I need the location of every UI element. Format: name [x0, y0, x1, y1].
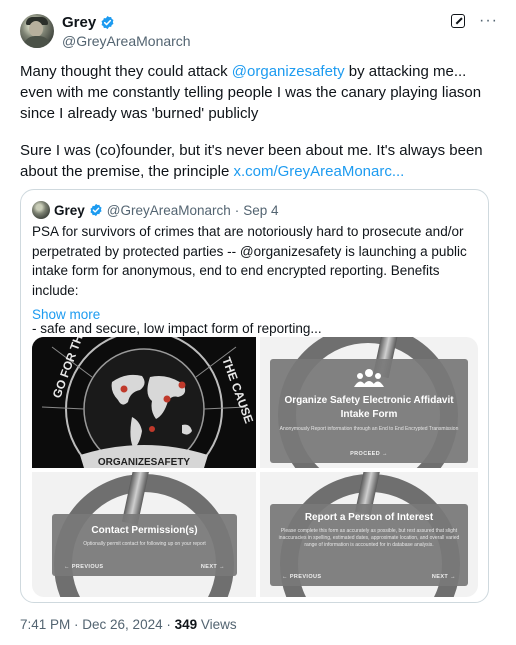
intake-form-title: Organize Safety Electronic Affidavit Int…: [284, 395, 454, 420]
author-name-row: Grey: [62, 14, 115, 31]
author-handle[interactable]: @GreyAreaMonarch: [62, 33, 191, 49]
svg-text:ORGANIZESAFETY: ORGANIZESAFETY: [98, 457, 191, 468]
report-person-panel: Report a Person of Interest Please compl…: [270, 504, 468, 586]
external-link[interactable]: x.com/GreyAreaMonarc...: [233, 163, 404, 180]
contact-permissions-panel: Contact Permission(s) Optionally permit …: [52, 514, 237, 576]
media-image-contact-permissions[interactable]: Contact Permission(s) Optionally permit …: [32, 472, 256, 597]
media-image-report-person[interactable]: Report a Person of Interest Please compl…: [260, 472, 478, 597]
quoted-author-name: Grey: [54, 202, 85, 218]
author-name[interactable]: Grey: [62, 14, 96, 31]
proceed-button[interactable]: PROCEED →: [350, 451, 388, 457]
next-button[interactable]: NEXT →: [432, 574, 456, 580]
media-image-logo[interactable]: GO FOR THE THE CAUSE ORGANIZESAFETY: [32, 337, 256, 468]
tweet-time[interactable]: 7:41 PM: [20, 617, 70, 632]
report-person-subtitle: Please complete this form as accurately …: [278, 528, 460, 548]
tweet: Grey @GreyAreaMonarch ··· Many thought t…: [0, 0, 516, 645]
organize-safety-logo: GO FOR THE THE CAUSE ORGANIZESAFETY: [32, 337, 256, 468]
grok-icon[interactable]: [451, 14, 466, 28]
intake-form-subtitle: Anonymously Report information through a…: [279, 426, 459, 432]
show-more-link[interactable]: Show more: [32, 307, 100, 322]
tweet-actions: ···: [451, 13, 498, 29]
views-label: Views: [197, 617, 237, 632]
users-icon: [354, 369, 384, 387]
previous-button[interactable]: ← PREVIOUS: [282, 574, 321, 580]
next-button[interactable]: NEXT →: [201, 564, 225, 570]
panel-nav: ← PREVIOUS NEXT →: [64, 564, 225, 570]
media-image-intake-form[interactable]: Organize Safety Electronic Affidavit Int…: [260, 337, 478, 468]
verified-badge-icon: [90, 203, 102, 217]
mention-link[interactable]: @organizesafety: [232, 63, 345, 80]
quoted-tweet[interactable]: Grey @GreyAreaMonarch · Sep 4 PSA for su…: [20, 189, 489, 603]
media-grid: GO FOR THE THE CAUSE ORGANIZESAFETY Orga: [32, 337, 478, 597]
panel-nav: PROCEED →: [282, 451, 456, 457]
tweet-footer: 7:41 PM · Dec 26, 2024 · 349 Views: [20, 617, 237, 632]
tweet-paragraph-1: Many thought they could attack @organize…: [20, 63, 482, 122]
views-count: 349: [174, 617, 198, 632]
panel-nav: ← PREVIOUS NEXT →: [282, 574, 456, 580]
quoted-author-handle: @GreyAreaMonarch: [106, 202, 231, 218]
contact-permissions-title: Contact Permission(s): [91, 525, 198, 536]
previous-button[interactable]: ← PREVIOUS: [64, 564, 103, 570]
quoted-tweet-header: Grey @GreyAreaMonarch · Sep 4: [32, 201, 279, 219]
quoted-tweet-date: Sep 4: [243, 202, 279, 218]
tweet-paragraph-2: Sure I was (co)founder, but it's never b…: [20, 142, 483, 180]
verified-badge-icon: [101, 15, 114, 30]
contact-permissions-subtitle: Optionally permit contact for following …: [83, 541, 206, 547]
quoted-author-avatar: [32, 201, 50, 219]
tweet-date[interactable]: Dec 26, 2024: [82, 617, 162, 632]
report-person-title: Report a Person of Interest: [304, 512, 434, 523]
author-avatar[interactable]: [20, 14, 54, 48]
more-options-icon[interactable]: ···: [479, 13, 498, 29]
intake-form-panel: Organize Safety Electronic Affidavit Int…: [270, 359, 468, 463]
